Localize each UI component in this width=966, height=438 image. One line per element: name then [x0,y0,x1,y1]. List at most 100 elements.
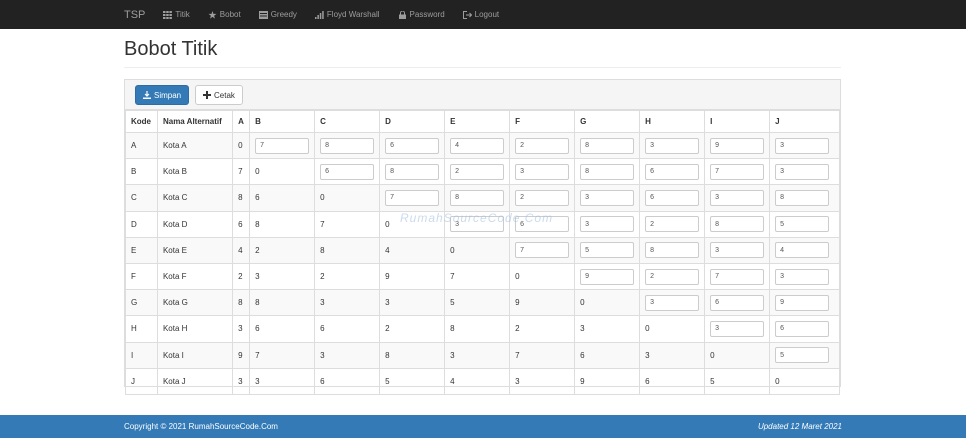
weight-input[interactable] [450,189,505,206]
weight-input[interactable] [775,294,830,311]
cell-weight: 8 [232,289,251,317]
weight-input[interactable] [645,294,700,311]
weight-input[interactable] [775,216,830,233]
cell-kode: C [125,184,158,212]
cell-weight: 9 [509,289,576,317]
weight-input[interactable] [580,268,635,285]
cell-weight: 0 [574,289,641,317]
cell-weight-editable [574,210,641,238]
cell-weight: 5 [704,367,771,395]
cell-weight: 9 [232,341,251,369]
weight-input[interactable] [450,137,505,154]
weight-input[interactable] [385,189,440,206]
weight-input[interactable] [645,137,700,154]
weight-input[interactable] [710,137,765,154]
weight-input[interactable] [710,268,765,285]
nav-item-logout[interactable]: Logout [462,10,499,19]
cell-weight-editable [574,184,641,212]
weight-input[interactable] [580,189,635,206]
weight-input[interactable] [320,137,375,154]
weight-input[interactable] [710,216,765,233]
table-row: F Kota F232970 [125,262,840,291]
table-body: AKota A0BKota B70CKota C860DKota D6870EK… [125,131,840,395]
weight-input[interactable] [580,242,635,259]
cell-nama: Kota G [156,289,234,317]
cell-weight: 4 [379,236,446,264]
cell-weight: 8 [249,210,316,238]
cell-weight: 6 [249,184,316,212]
table-row: I Kota I973837630 [125,341,840,369]
cell-weight-editable [639,210,706,238]
column-header: H [639,110,706,133]
cell-weight: 0 [249,158,316,186]
weight-input[interactable] [775,242,830,259]
cell-weight: 2 [314,262,381,291]
list-icon [258,10,268,19]
cell-weight-editable [769,341,840,369]
weight-input[interactable] [515,242,570,259]
cell-weight-editable [704,289,771,317]
nav-item-password[interactable]: Password [398,10,445,19]
cell-weight: 8 [314,236,381,264]
nav-item-floyd-warshall[interactable]: Floyd Warshall [314,10,380,19]
weight-input[interactable] [580,163,635,180]
cell-kode: I [125,341,158,369]
weight-input[interactable] [775,163,830,180]
cell-weight: 7 [509,341,576,369]
weight-input[interactable] [775,347,830,364]
cell-weight: 2 [379,315,446,343]
nav-item-bobot[interactable]: Bobot [208,10,241,19]
weight-input[interactable] [450,163,505,180]
weight-input[interactable] [645,268,700,285]
cell-weight-editable [574,236,641,264]
weight-input[interactable] [645,216,700,233]
cell-kode: D [125,210,158,238]
weight-input[interactable] [710,189,765,206]
cell-weight-editable [769,210,840,238]
cell-weight: 8 [232,184,251,212]
cell-nama: Kota I [156,341,234,369]
brand-link[interactable]: TSP [124,9,145,21]
logout-icon [462,10,472,19]
weight-input[interactable] [775,189,830,206]
table-row: C Kota C860 [125,184,840,212]
weight-input[interactable] [645,189,700,206]
weight-input[interactable] [255,137,310,154]
print-button[interactable]: Cetak [195,85,243,105]
weight-input[interactable] [775,268,830,285]
nav-item-titik[interactable]: Titik [163,10,190,19]
weight-input[interactable] [710,294,765,311]
weight-input[interactable] [710,242,765,259]
column-header: A [232,110,251,133]
save-button[interactable]: Simpan [135,85,190,105]
cell-weight-editable [769,262,840,291]
weight-input[interactable] [710,320,765,337]
weight-input[interactable] [320,163,375,180]
weight-input[interactable] [645,242,700,259]
weight-input[interactable] [775,320,830,337]
weight-input[interactable] [515,189,570,206]
cell-weight-editable [639,184,706,212]
nav-label-greedy: Greedy [270,10,297,19]
weight-input[interactable] [385,163,440,180]
weight-input[interactable] [710,163,765,180]
weight-input[interactable] [645,163,700,180]
cell-weight: 7 [249,341,316,369]
cell-weight: 8 [444,315,511,343]
cell-weight: 3 [314,341,381,369]
weight-input[interactable] [515,163,570,180]
cell-weight-editable [769,236,840,264]
cell-weight-editable [704,236,771,264]
signal-icon [314,10,324,19]
weight-input[interactable] [580,137,635,154]
weight-input[interactable] [580,216,635,233]
cell-weight-editable [249,131,316,160]
column-header: B [249,110,316,133]
weight-input[interactable] [515,137,570,154]
cell-weight: 9 [574,367,641,395]
column-header: D [379,110,446,133]
nav-label-titik: Titik [175,10,190,19]
weight-input[interactable] [775,137,830,154]
nav-item-greedy[interactable]: Greedy [258,10,297,19]
weight-input[interactable] [385,137,440,154]
